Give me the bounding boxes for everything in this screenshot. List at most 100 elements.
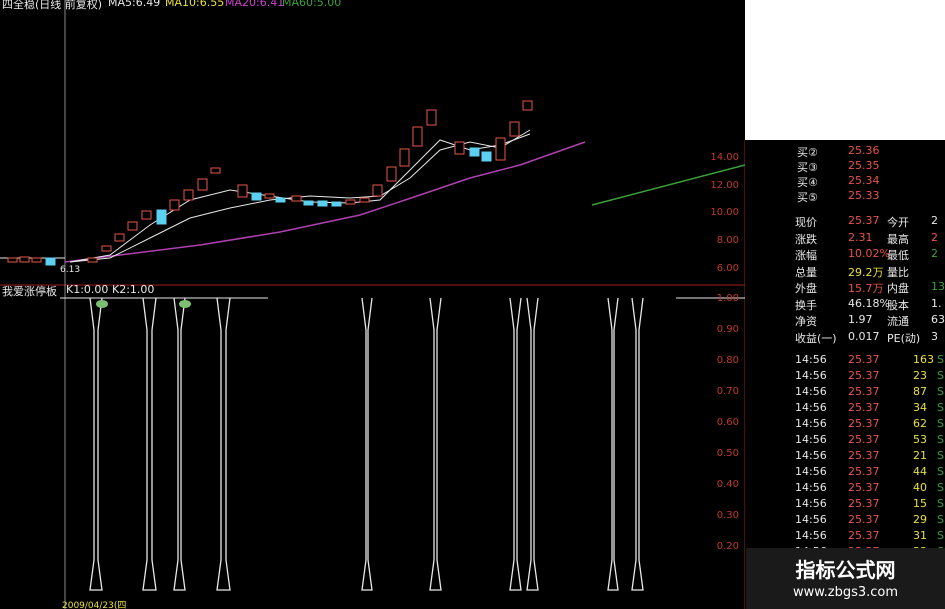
tick-time: 14:56 — [795, 433, 827, 446]
tick-time: 14:56 — [795, 417, 827, 430]
quote-value: 2.31 — [848, 230, 873, 244]
tick-flag: S — [937, 529, 944, 542]
quote-panel: 买② 25.36 买③ 25.35 买④ 25.34 买⑤ 25.33 现价 25.37 今开 2 涨… — [745, 140, 945, 609]
tick-row[interactable]: 14:56 25.37 53 S — [745, 433, 945, 449]
ob-label: 买② — [797, 146, 818, 159]
tick-row[interactable]: 14:56 25.37 31 S — [745, 529, 945, 545]
indicator-spike — [216, 297, 231, 591]
ind-tick: 0.30 — [716, 510, 739, 521]
watermark-url: www.zbgs3.com — [792, 585, 899, 600]
quote-label: 涨幅 — [795, 249, 817, 262]
tick-price: 25.37 — [848, 513, 880, 526]
indicator-spike — [429, 297, 442, 591]
tick-time: 14:56 — [795, 353, 827, 366]
low-marker: 6.13 — [60, 265, 81, 275]
ob-price: 25.35 — [848, 159, 880, 172]
watermark-title: 指标公式网 — [795, 558, 896, 582]
tick-price: 25.37 — [848, 433, 880, 446]
tick-time: 14:56 — [795, 513, 827, 526]
indicator-spike — [89, 297, 103, 591]
quote-label2: 最高 — [887, 232, 909, 246]
tick-vol: 44 — [913, 465, 927, 478]
ind-tick: 0.20 — [716, 541, 739, 552]
quote-row: 涨幅 10.02% 最低 2 — [745, 247, 945, 263]
quote-value: 10.02% — [848, 247, 890, 260]
ind-tick: 0.70 — [716, 386, 739, 397]
tick-flag: S — [937, 513, 944, 526]
ob-price: 25.33 — [848, 189, 880, 202]
indicator-spike — [607, 297, 619, 591]
tick-vol: 34 — [913, 401, 927, 414]
tick-row[interactable]: 14:56 25.37 62 S — [745, 417, 945, 433]
tick-row[interactable]: 14:56 25.37 87 S — [745, 385, 945, 401]
tick-row[interactable]: 14:56 25.37 34 S — [745, 401, 945, 417]
tick-flag: S — [937, 433, 944, 446]
tick-row[interactable]: 14:56 25.37 21 S — [745, 449, 945, 465]
quote-row: 现价 25.37 今开 2 — [745, 214, 945, 230]
tick-price: 25.37 — [848, 353, 880, 366]
order-book-row: 买④ 25.34 — [745, 174, 945, 190]
indicator-spike — [142, 297, 157, 591]
tick-price: 25.37 — [848, 401, 880, 414]
quote-row: 换手 46.18% 股本 1. — [745, 297, 945, 313]
quote-value2: 3 — [931, 329, 938, 343]
tick-row[interactable]: 14:56 25.37 15 S — [745, 497, 945, 513]
quote-value2: 2 — [931, 214, 938, 227]
indicator-k2: K2:1.00 — [112, 283, 155, 296]
tick-time: 14:56 — [795, 497, 827, 510]
tick-time: 14:56 — [795, 449, 827, 462]
tick-vol: 15 — [913, 497, 927, 510]
indicator-spike — [526, 297, 539, 591]
ob-label: 买⑤ — [797, 191, 818, 204]
quote-row: 净资 1.97 流通 63 — [745, 313, 945, 329]
tick-price: 25.37 — [848, 481, 880, 494]
tick-price: 25.37 — [848, 465, 880, 478]
tick-price: 25.37 — [848, 369, 880, 382]
quote-row: 外盘 15.7万 内盘 13 — [745, 280, 945, 296]
indicator-spike — [361, 297, 373, 591]
price-tick: 12.00 — [710, 180, 739, 191]
tick-flag: S — [937, 401, 944, 414]
indicator-svg — [89, 297, 644, 591]
tick-vol: 29 — [913, 513, 927, 526]
chart-area[interactable]: 四全稳(日线 前复权) MA5:6.49 MA10:6.55 MA20:6.41… — [0, 0, 745, 609]
tick-price: 25.37 — [848, 417, 880, 430]
tick-flag: S — [937, 449, 944, 462]
ind-tick: 0.50 — [716, 448, 739, 459]
quote-row: 涨跌 2.31 最高 2 — [745, 231, 945, 247]
quote-label: 现价 — [795, 216, 817, 229]
tick-flag: S — [937, 369, 944, 382]
tick-row[interactable]: 14:56 25.37 40 S — [745, 481, 945, 497]
price-tick: 10.00 — [710, 207, 739, 218]
indicator-spike — [173, 297, 186, 591]
ob-label: 买④ — [797, 176, 818, 189]
tick-time: 14:56 — [795, 401, 827, 414]
tick-vol: 23 — [913, 369, 927, 382]
price-tick: 14.00 — [710, 152, 739, 163]
quote-row: 总量 29.2万 量比 — [745, 264, 945, 280]
tick-flag: S — [937, 353, 944, 366]
quote-value: 29.2万 — [848, 265, 884, 279]
buy-signal-icon — [96, 300, 108, 308]
date-label: 2009/04/23(四 — [62, 601, 127, 609]
order-book-row: 买③ 25.35 — [745, 159, 945, 175]
ind-tick: 0.80 — [716, 355, 739, 366]
tick-time: 14:56 — [795, 465, 827, 478]
quote-label2: 量比 — [887, 265, 909, 279]
quote-value2: 13 — [931, 280, 945, 293]
tick-row[interactable]: 14:56 25.37 44 S — [745, 465, 945, 481]
quote-value: 15.7万 — [848, 282, 884, 295]
indicator-name: 我爱涨停板 — [2, 285, 57, 298]
quote-label2: 股本 — [887, 298, 909, 312]
ind-tick: 1.00 — [716, 293, 739, 304]
tick-row[interactable]: 14:56 25.37 23 S — [745, 369, 945, 385]
tick-row[interactable]: 14:56 25.37 29 S — [745, 513, 945, 529]
indicator-spike — [631, 297, 644, 591]
tick-price: 25.37 — [848, 385, 880, 398]
quote-label: 总量 — [795, 265, 817, 279]
order-book-row: 买⑤ 25.33 — [745, 189, 945, 205]
tick-time: 14:56 — [795, 481, 827, 494]
watermark: 指标公式网 www.zbgs3.com — [746, 548, 945, 609]
quote-value: 46.18% — [848, 296, 890, 310]
tick-row[interactable]: 14:56 25.37 163 S — [745, 353, 945, 369]
